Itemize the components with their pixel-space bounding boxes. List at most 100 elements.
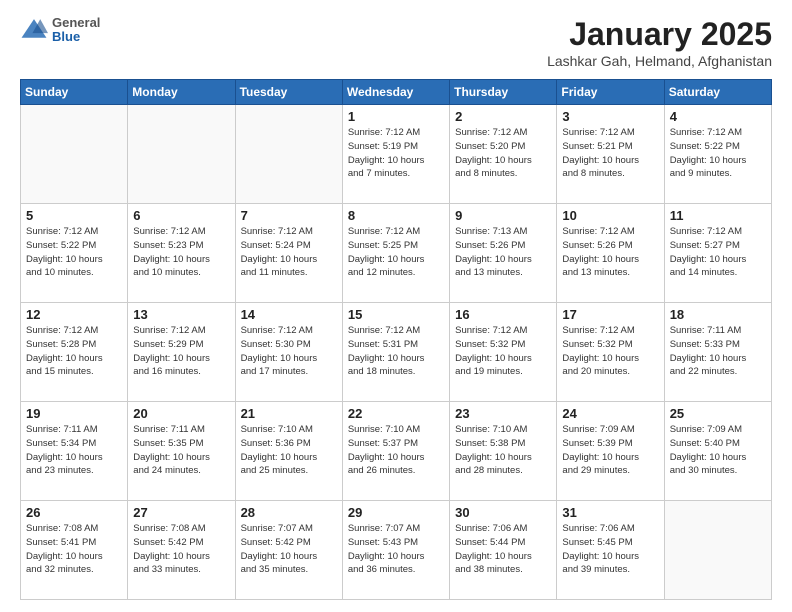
calendar-cell: 4Sunrise: 7:12 AMSunset: 5:22 PMDaylight… bbox=[664, 105, 771, 204]
calendar-cell: 15Sunrise: 7:12 AMSunset: 5:31 PMDayligh… bbox=[342, 303, 449, 402]
day-number: 9 bbox=[455, 208, 551, 223]
day-info: Sunrise: 7:12 AMSunset: 5:29 PMDaylight:… bbox=[133, 324, 229, 379]
day-number: 29 bbox=[348, 505, 444, 520]
day-number: 3 bbox=[562, 109, 658, 124]
calendar-cell: 24 Sunrise: 7:09 AMSunset: 5:39 PMDayligh… bbox=[557, 402, 664, 501]
day-info: Sunrise: 7:12 AMSunset: 5:25 PMDaylight:… bbox=[348, 225, 444, 280]
calendar-cell: 14 Sunrise: 7:12 AMSunset: 5:30 PMDayligh… bbox=[235, 303, 342, 402]
page: General Blue January 2025 Lashkar Gah, H… bbox=[0, 0, 792, 612]
day-info: Sunrise: 7:12 AMSunset: 5:27 PMDaylight:… bbox=[670, 225, 766, 280]
day-info: Sunrise: 7:11 AMSunset: 5:34 PMDaylight:… bbox=[26, 423, 122, 478]
calendar-cell: 25 Sunrise: 7:09 AMSunset: 5:40 PMDayligh… bbox=[664, 402, 771, 501]
calendar-cell: 3 Sunrise: 7:12 AMSunset: 5:21 PMDaylight… bbox=[557, 105, 664, 204]
calendar-cell: 16 Sunrise: 7:12 AMSunset: 5:32 PMDayligh… bbox=[450, 303, 557, 402]
day-info: Sunrise: 7:12 AMSunset: 5:21 PMDaylight:… bbox=[562, 126, 658, 181]
day-info: Sunrise: 7:12 AMSunset: 5:31 PMDaylight:… bbox=[348, 324, 444, 379]
logo-text: General Blue bbox=[52, 16, 100, 45]
day-number: 2 bbox=[455, 109, 551, 124]
calendar-cell: 5 Sunrise: 7:12 AMSunset: 5:22 PMDaylight… bbox=[21, 204, 128, 303]
week-row-3: 12 Sunrise: 7:12 AMSunset: 5:28 PMDayligh… bbox=[21, 303, 772, 402]
day-number: 4 bbox=[670, 109, 766, 124]
day-number: 18 bbox=[670, 307, 766, 322]
calendar-cell: 18 Sunrise: 7:11 AMSunset: 5:33 PMDayligh… bbox=[664, 303, 771, 402]
calendar-cell: 10 Sunrise: 7:12 AMSunset: 5:26 PMDayligh… bbox=[557, 204, 664, 303]
day-info: Sunrise: 7:12 AMSunset: 5:19 PMDaylight:… bbox=[348, 126, 444, 181]
day-info: Sunrise: 7:07 AMSunset: 5:42 PMDaylight:… bbox=[241, 522, 337, 577]
day-number: 27 bbox=[133, 505, 229, 520]
day-info: Sunrise: 7:07 AMSunset: 5:43 PMDaylight:… bbox=[348, 522, 444, 577]
day-number: 11 bbox=[670, 208, 766, 223]
day-number: 10 bbox=[562, 208, 658, 223]
day-number: 14 bbox=[241, 307, 337, 322]
logo-general: General bbox=[52, 16, 100, 30]
logo-blue: Blue bbox=[52, 30, 100, 44]
day-number: 24 bbox=[562, 406, 658, 421]
day-number: 31 bbox=[562, 505, 658, 520]
week-row-4: 19Sunrise: 7:11 AMSunset: 5:34 PMDayligh… bbox=[21, 402, 772, 501]
calendar-cell: 31 Sunrise: 7:06 AMSunset: 5:45 PMDayligh… bbox=[557, 501, 664, 600]
day-info: Sunrise: 7:12 AMSunset: 5:32 PMDaylight:… bbox=[455, 324, 551, 379]
day-header-wednesday: Wednesday bbox=[342, 80, 449, 105]
calendar-title: January 2025 bbox=[547, 16, 772, 53]
day-header-monday: Monday bbox=[128, 80, 235, 105]
day-number: 12 bbox=[26, 307, 122, 322]
day-number: 5 bbox=[26, 208, 122, 223]
day-number: 20 bbox=[133, 406, 229, 421]
calendar-cell: 17Sunrise: 7:12 AMSunset: 5:32 PMDayligh… bbox=[557, 303, 664, 402]
day-info: Sunrise: 7:09 AMSunset: 5:39 PMDaylight:… bbox=[562, 423, 658, 478]
calendar-table: SundayMondayTuesdayWednesdayThursdayFrid… bbox=[20, 79, 772, 600]
day-number: 23 bbox=[455, 406, 551, 421]
calendar-cell: 11 Sunrise: 7:12 AMSunset: 5:27 PMDayligh… bbox=[664, 204, 771, 303]
day-number: 16 bbox=[455, 307, 551, 322]
day-info: Sunrise: 7:12 AMSunset: 5:23 PMDaylight:… bbox=[133, 225, 229, 280]
day-number: 13 bbox=[133, 307, 229, 322]
calendar-cell: 28 Sunrise: 7:07 AMSunset: 5:42 PMDayligh… bbox=[235, 501, 342, 600]
calendar-cell: 20 Sunrise: 7:11 AMSunset: 5:35 PMDayligh… bbox=[128, 402, 235, 501]
day-info: Sunrise: 7:12 AMSunset: 5:24 PMDaylight:… bbox=[241, 225, 337, 280]
day-info: Sunrise: 7:12 AMSunset: 5:22 PMDaylight:… bbox=[26, 225, 122, 280]
calendar-cell: 30Sunrise: 7:06 AMSunset: 5:44 PMDayligh… bbox=[450, 501, 557, 600]
calendar-cell: 2 Sunrise: 7:12 AMSunset: 5:20 PMDaylight… bbox=[450, 105, 557, 204]
calendar-cell: 13 Sunrise: 7:12 AMSunset: 5:29 PMDayligh… bbox=[128, 303, 235, 402]
day-info: Sunrise: 7:12 AMSunset: 5:28 PMDaylight:… bbox=[26, 324, 122, 379]
week-row-1: 1 Sunrise: 7:12 AMSunset: 5:19 PMDaylight… bbox=[21, 105, 772, 204]
logo-icon bbox=[20, 16, 48, 44]
header: General Blue January 2025 Lashkar Gah, H… bbox=[20, 16, 772, 69]
day-info: Sunrise: 7:08 AMSunset: 5:41 PMDaylight:… bbox=[26, 522, 122, 577]
day-info: Sunrise: 7:11 AMSunset: 5:33 PMDaylight:… bbox=[670, 324, 766, 379]
day-header-tuesday: Tuesday bbox=[235, 80, 342, 105]
day-info: Sunrise: 7:08 AMSunset: 5:42 PMDaylight:… bbox=[133, 522, 229, 577]
calendar-cell: 12 Sunrise: 7:12 AMSunset: 5:28 PMDayligh… bbox=[21, 303, 128, 402]
calendar-cell: 8 Sunrise: 7:12 AMSunset: 5:25 PMDaylight… bbox=[342, 204, 449, 303]
day-number: 6 bbox=[133, 208, 229, 223]
day-number: 25 bbox=[670, 406, 766, 421]
day-number: 30 bbox=[455, 505, 551, 520]
day-info: Sunrise: 7:06 AMSunset: 5:45 PMDaylight:… bbox=[562, 522, 658, 577]
day-number: 28 bbox=[241, 505, 337, 520]
day-info: Sunrise: 7:11 AMSunset: 5:35 PMDaylight:… bbox=[133, 423, 229, 478]
week-row-5: 26Sunrise: 7:08 AMSunset: 5:41 PMDayligh… bbox=[21, 501, 772, 600]
day-info: Sunrise: 7:10 AMSunset: 5:37 PMDaylight:… bbox=[348, 423, 444, 478]
calendar-cell: 7Sunrise: 7:12 AMSunset: 5:24 PMDaylight… bbox=[235, 204, 342, 303]
day-info: Sunrise: 7:12 AMSunset: 5:20 PMDaylight:… bbox=[455, 126, 551, 181]
day-info: Sunrise: 7:12 AMSunset: 5:26 PMDaylight:… bbox=[562, 225, 658, 280]
calendar-cell bbox=[664, 501, 771, 600]
week-row-2: 5 Sunrise: 7:12 AMSunset: 5:22 PMDaylight… bbox=[21, 204, 772, 303]
calendar-cell: 29 Sunrise: 7:07 AMSunset: 5:43 PMDayligh… bbox=[342, 501, 449, 600]
day-number: 1 bbox=[348, 109, 444, 124]
day-number: 21 bbox=[241, 406, 337, 421]
calendar-cell: 6 Sunrise: 7:12 AMSunset: 5:23 PMDaylight… bbox=[128, 204, 235, 303]
calendar-cell: 1 Sunrise: 7:12 AMSunset: 5:19 PMDaylight… bbox=[342, 105, 449, 204]
title-block: January 2025 Lashkar Gah, Helmand, Afgha… bbox=[547, 16, 772, 69]
calendar-cell bbox=[128, 105, 235, 204]
day-info: Sunrise: 7:09 AMSunset: 5:40 PMDaylight:… bbox=[670, 423, 766, 478]
calendar-cell: 19Sunrise: 7:11 AMSunset: 5:34 PMDayligh… bbox=[21, 402, 128, 501]
calendar-cell: 22 Sunrise: 7:10 AMSunset: 5:37 PMDayligh… bbox=[342, 402, 449, 501]
day-number: 22 bbox=[348, 406, 444, 421]
calendar-cell bbox=[21, 105, 128, 204]
day-number: 8 bbox=[348, 208, 444, 223]
day-info: Sunrise: 7:10 AMSunset: 5:38 PMDaylight:… bbox=[455, 423, 551, 478]
day-header-saturday: Saturday bbox=[664, 80, 771, 105]
day-info: Sunrise: 7:12 AMSunset: 5:30 PMDaylight:… bbox=[241, 324, 337, 379]
calendar-cell: 9Sunrise: 7:13 AMSunset: 5:26 PMDaylight… bbox=[450, 204, 557, 303]
